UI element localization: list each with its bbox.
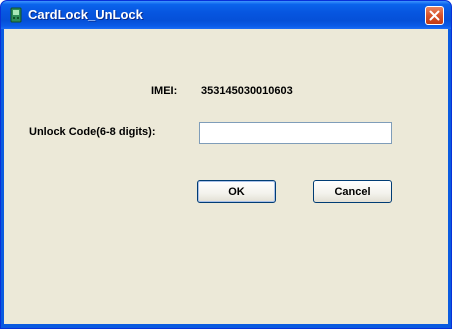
ok-button[interactable]: OK xyxy=(197,180,276,203)
app-icon xyxy=(8,7,24,23)
unlock-code-label: Unlock Code(6-8 digits): xyxy=(29,126,156,138)
imei-label: IMEI: xyxy=(151,85,178,97)
imei-value: 353145030010603 xyxy=(201,85,293,97)
dialog-window: CardLock_UnLock IMEI: 353145030010603 Un… xyxy=(0,0,452,329)
dialog-body: IMEI: 353145030010603 Unlock Code(6-8 di… xyxy=(4,29,448,324)
close-button[interactable] xyxy=(425,6,444,25)
unlock-code-input[interactable] xyxy=(199,122,392,144)
title-bar[interactable]: CardLock_UnLock xyxy=(1,1,451,29)
window-title: CardLock_UnLock xyxy=(28,7,143,22)
cancel-button[interactable]: Cancel xyxy=(313,180,392,203)
close-icon xyxy=(429,10,440,21)
